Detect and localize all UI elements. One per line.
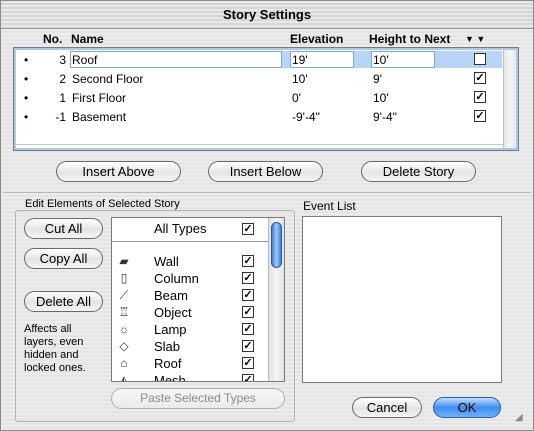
object-icon: ♖ bbox=[118, 305, 130, 319]
event-list[interactable] bbox=[302, 216, 502, 383]
copy-all-button[interactable]: Copy All bbox=[24, 248, 103, 269]
story-name: Basement bbox=[72, 110, 127, 124]
type-checkbox[interactable]: ✓ bbox=[242, 289, 254, 301]
story-show-checkbox[interactable]: ✓ bbox=[474, 72, 486, 84]
wall-icon: ▰ bbox=[119, 254, 129, 268]
story-show-checkbox[interactable]: ✓ bbox=[474, 110, 486, 122]
lamp-icon: ☼ bbox=[118, 322, 130, 336]
delete-story-button[interactable]: Delete Story bbox=[361, 161, 476, 182]
story-show-checkbox[interactable]: ✓ bbox=[474, 91, 486, 103]
type-label: Mesh bbox=[154, 373, 186, 382]
story-elevation: 10' bbox=[292, 72, 308, 86]
type-row-column[interactable]: ▯ Column ✓ bbox=[112, 270, 268, 287]
type-label: Slab bbox=[154, 339, 181, 354]
column-header-height[interactable]: Height to Next bbox=[369, 32, 450, 46]
all-types-label: All Types bbox=[154, 221, 207, 236]
types-list-scrollbar[interactable] bbox=[268, 218, 284, 381]
type-checkbox[interactable]: ✓ bbox=[242, 340, 254, 352]
story-number: 2 bbox=[59, 72, 66, 86]
delete-all-button[interactable]: Delete All bbox=[24, 291, 103, 312]
mesh-icon: ◭ bbox=[119, 373, 129, 382]
resize-grip-icon[interactable]: ◢ bbox=[515, 412, 527, 424]
type-label: Object bbox=[154, 305, 192, 320]
story-elevation: 19' bbox=[292, 53, 308, 67]
story-name: Second Floor bbox=[72, 72, 144, 86]
story-table[interactable]: • 3 Roof 19' 10' • 2 Second Floor 10' 9'… bbox=[13, 47, 519, 151]
title-bar[interactable]: Story Settings bbox=[1, 1, 533, 29]
story-row[interactable]: • 1 First Floor 0' 10' ✓ bbox=[16, 88, 502, 107]
table-divider bbox=[14, 144, 504, 145]
story-row[interactable]: • 2 Second Floor 10' 9' ✓ bbox=[16, 69, 502, 88]
story-name-field[interactable] bbox=[70, 51, 282, 68]
sort-arrows-icon[interactable]: ▼ ▼ bbox=[465, 34, 485, 44]
element-types-list[interactable]: All Types ✓ ▰ Wall ✓ ▯ Column ✓ ⟋ Beam ✓… bbox=[111, 217, 285, 382]
type-label: Beam bbox=[154, 288, 188, 303]
type-row-mesh[interactable]: ◭ Mesh ✓ bbox=[112, 372, 268, 382]
story-height: 9'-4" bbox=[373, 110, 397, 124]
type-label: Wall bbox=[154, 254, 179, 269]
story-bullet: • bbox=[24, 53, 29, 67]
story-bullet: • bbox=[24, 91, 29, 105]
story-name: Roof bbox=[72, 53, 98, 67]
story-height: 10' bbox=[373, 91, 389, 105]
type-row-object[interactable]: ♖ Object ✓ bbox=[112, 304, 268, 321]
story-name: First Floor bbox=[72, 91, 126, 105]
type-row-wall[interactable]: ▰ Wall ✓ bbox=[112, 253, 268, 270]
type-checkbox[interactable]: ✓ bbox=[242, 306, 254, 318]
type-checkbox[interactable]: ✓ bbox=[242, 357, 254, 369]
type-row-roof[interactable]: ⌂ Roof ✓ bbox=[112, 355, 268, 372]
type-checkbox[interactable]: ✓ bbox=[242, 374, 254, 381]
column-header-elevation[interactable]: Elevation bbox=[290, 32, 343, 46]
slab-icon: ◇ bbox=[119, 339, 129, 353]
affects-note: Affects all layers, even hidden and lock… bbox=[24, 323, 86, 374]
type-label: Roof bbox=[154, 356, 182, 371]
story-number: 1 bbox=[59, 91, 66, 105]
column-header-name[interactable]: Name bbox=[71, 32, 104, 46]
column-header-no[interactable]: No. bbox=[43, 32, 62, 46]
type-label: Lamp bbox=[154, 322, 187, 337]
story-elevation: 0' bbox=[292, 91, 301, 105]
column-icon: ▯ bbox=[120, 271, 128, 285]
type-label: Column bbox=[154, 271, 199, 286]
story-bullet: • bbox=[24, 72, 29, 86]
event-list-label: Event List bbox=[303, 199, 356, 213]
type-checkbox[interactable]: ✓ bbox=[242, 323, 254, 335]
story-height: 9' bbox=[373, 72, 382, 86]
type-checkbox[interactable]: ✓ bbox=[242, 255, 254, 267]
story-table-scrollbar[interactable] bbox=[503, 50, 516, 148]
cancel-button[interactable]: Cancel bbox=[352, 397, 422, 418]
ok-button[interactable]: OK bbox=[433, 397, 501, 418]
type-row-beam[interactable]: ⟋ Beam ✓ bbox=[112, 287, 268, 304]
edit-elements-label: Edit Elements of Selected Story bbox=[25, 198, 180, 210]
beam-icon: ⟋ bbox=[119, 288, 129, 302]
story-height: 10' bbox=[373, 53, 389, 67]
story-row[interactable]: • -1 Basement -9'-4" 9'-4" ✓ bbox=[16, 107, 502, 126]
roof-icon: ⌂ bbox=[120, 356, 128, 370]
type-checkbox[interactable]: ✓ bbox=[242, 272, 254, 284]
type-row-slab[interactable]: ◇ Slab ✓ bbox=[112, 338, 268, 355]
all-types-checkbox[interactable]: ✓ bbox=[242, 223, 254, 235]
story-number: -1 bbox=[55, 110, 66, 124]
story-settings-dialog: Story Settings ▼ ▼ No. Name Elevation He… bbox=[0, 0, 534, 431]
insert-below-button[interactable]: Insert Below bbox=[208, 161, 323, 182]
all-types-row[interactable]: All Types ✓ bbox=[112, 218, 268, 242]
story-bullet: • bbox=[24, 110, 29, 124]
story-number: 3 bbox=[59, 53, 66, 67]
section-divider bbox=[3, 192, 531, 193]
paste-selected-types-button[interactable]: Paste Selected Types bbox=[111, 388, 285, 409]
story-row[interactable]: • 3 Roof 19' 10' bbox=[16, 50, 502, 69]
story-show-checkbox[interactable] bbox=[474, 53, 486, 65]
window-title: Story Settings bbox=[222, 7, 312, 22]
cut-all-button[interactable]: Cut All bbox=[24, 218, 103, 239]
type-row-lamp[interactable]: ☼ Lamp ✓ bbox=[112, 321, 268, 338]
scrollbar-thumb[interactable] bbox=[271, 222, 282, 268]
story-elevation: -9'-4" bbox=[292, 110, 320, 124]
insert-above-button[interactable]: Insert Above bbox=[56, 161, 181, 182]
